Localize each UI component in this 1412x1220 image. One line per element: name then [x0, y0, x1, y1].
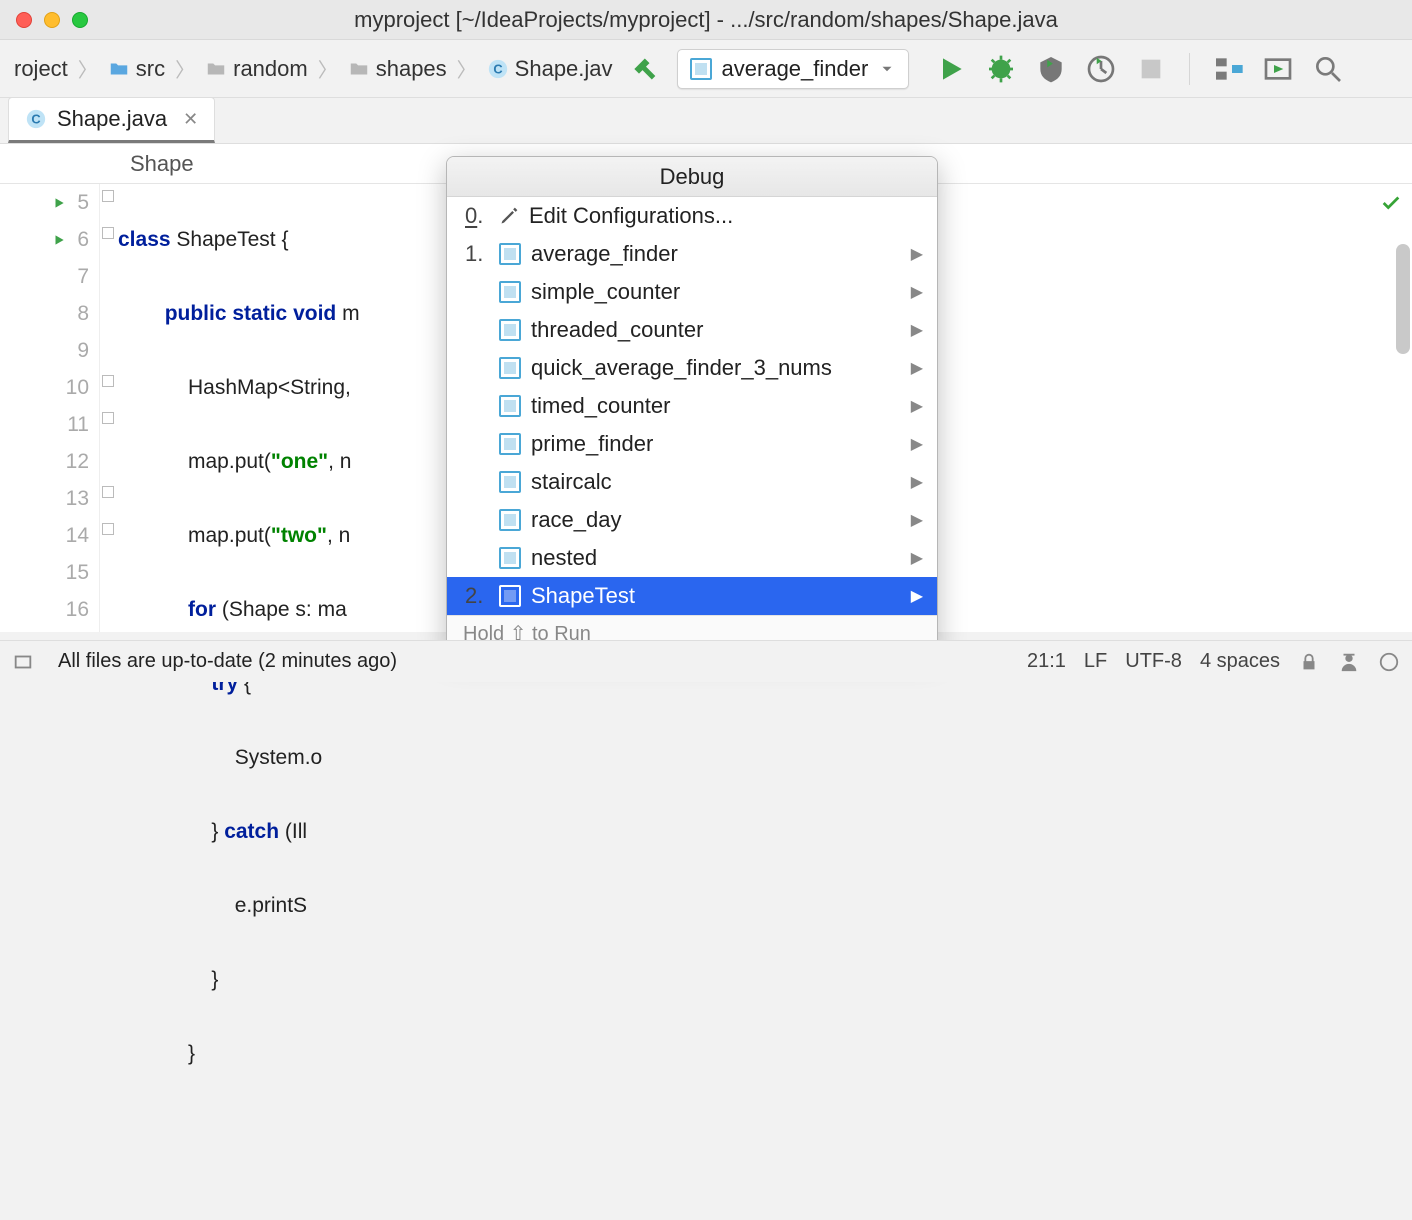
application-icon [499, 433, 521, 455]
close-window-button[interactable] [16, 12, 32, 28]
window-controls [16, 12, 88, 28]
chevron-right-icon: ▶ [911, 282, 923, 302]
run-gutter-icon[interactable] [52, 233, 66, 247]
run-button[interactable] [935, 53, 967, 85]
titlebar: myproject [~/IdeaProjects/myproject] - .… [0, 0, 1412, 40]
pencil-icon [499, 206, 519, 226]
zoom-window-button[interactable] [72, 12, 88, 28]
inspection-ok-icon[interactable] [1380, 192, 1402, 214]
chevron-right-icon: ▶ [911, 358, 923, 378]
indent-settings[interactable]: 4 spaces [1200, 650, 1280, 673]
chevron-right-icon: ▶ [911, 586, 923, 606]
chevron-right-icon: 〉 [173, 54, 197, 83]
debug-button[interactable] [985, 53, 1017, 85]
project-structure-button[interactable] [1212, 53, 1244, 85]
breadcrumb-random[interactable]: random [199, 52, 314, 86]
run-anything-button[interactable] [1262, 53, 1294, 85]
application-icon [499, 319, 521, 341]
chevron-right-icon: ▶ [911, 320, 923, 340]
readonly-toggle-icon[interactable] [1298, 651, 1320, 673]
breadcrumb-project[interactable]: roject [8, 52, 74, 86]
editor-tab-shape[interactable]: C Shape.java ✕ [8, 97, 215, 143]
tool-window-toggle-icon[interactable] [12, 651, 34, 673]
fold-toggle-icon[interactable] [102, 227, 114, 239]
breadcrumb-file[interactable]: C Shape.jav [481, 52, 619, 86]
svg-text:C: C [31, 112, 40, 127]
popup-config-ShapeTest[interactable]: 2.ShapeTest▶ [447, 577, 937, 615]
chevron-right-icon: ▶ [911, 244, 923, 264]
fold-toggle-icon[interactable] [102, 523, 114, 535]
build-button[interactable] [631, 54, 661, 84]
popup-title: Debug [447, 157, 937, 197]
file-encoding[interactable]: UTF-8 [1125, 650, 1182, 673]
svg-text:C: C [493, 61, 502, 76]
folder-icon [108, 58, 130, 80]
run-configuration-selector[interactable]: average_finder [677, 49, 910, 89]
window-title: myproject [~/IdeaProjects/myproject] - .… [0, 7, 1412, 33]
popup-config-average_finder[interactable]: 1.average_finder▶ [447, 235, 937, 273]
close-tab-icon[interactable]: ✕ [183, 109, 198, 130]
profile-button[interactable] [1085, 53, 1117, 85]
toolbar-actions [935, 53, 1344, 85]
chevron-right-icon: ▶ [911, 434, 923, 454]
run-gutter-icon[interactable] [52, 196, 66, 210]
application-icon [499, 357, 521, 379]
status-bar: All files are up-to-date (2 minutes ago)… [0, 640, 1412, 682]
coverage-button[interactable] [1035, 53, 1067, 85]
gutter[interactable]: 5 6 7 8 9 10 11 12 13 14 15 16 [0, 184, 100, 632]
toolbar: roject 〉 src 〉 random 〉 shapes 〉 C Shape… [0, 40, 1412, 98]
caret-position[interactable]: 21:1 [1027, 650, 1066, 673]
popup-config-nested[interactable]: nested▶ [447, 539, 937, 577]
memory-indicator-icon[interactable] [1378, 651, 1400, 673]
chevron-right-icon: ▶ [911, 396, 923, 416]
java-class-icon: C [487, 58, 509, 80]
vertical-scrollbar[interactable] [1396, 244, 1410, 354]
fold-toggle-icon[interactable] [102, 486, 114, 498]
search-everywhere-button[interactable] [1312, 53, 1344, 85]
status-message: All files are up-to-date (2 minutes ago) [58, 650, 397, 673]
popup-config-prime_finder[interactable]: prime_finder▶ [447, 425, 937, 463]
debug-popup: Debug 0. Edit Configurations... 1.averag… [446, 156, 938, 652]
folder-icon [348, 58, 370, 80]
folding-column[interactable] [100, 184, 118, 632]
editor-tabs: C Shape.java ✕ [0, 98, 1412, 144]
popup-edit-configurations[interactable]: 0. Edit Configurations... [447, 197, 937, 235]
stop-button [1135, 53, 1167, 85]
popup-config-staircalc[interactable]: staircalc▶ [447, 463, 937, 501]
breadcrumb-src[interactable]: src [102, 52, 171, 86]
application-icon [499, 547, 521, 569]
application-icon [499, 395, 521, 417]
popup-config-threaded_counter[interactable]: threaded_counter▶ [447, 311, 937, 349]
fold-toggle-icon[interactable] [102, 190, 114, 202]
popup-config-simple_counter[interactable]: simple_counter▶ [447, 273, 937, 311]
inspection-profile-icon[interactable] [1338, 651, 1360, 673]
application-icon [499, 471, 521, 493]
navigation-breadcrumbs: roject 〉 src 〉 random 〉 shapes 〉 C Shape… [8, 52, 619, 86]
chevron-right-icon: 〉 [455, 54, 479, 83]
application-icon [690, 58, 712, 80]
fold-toggle-icon[interactable] [102, 412, 114, 424]
chevron-right-icon: ▶ [911, 548, 923, 568]
chevron-right-icon: 〉 [76, 54, 100, 83]
chevron-down-icon [878, 60, 896, 78]
java-class-icon: C [25, 108, 47, 130]
application-icon [499, 243, 521, 265]
chevron-right-icon: ▶ [911, 472, 923, 492]
chevron-right-icon: 〉 [316, 54, 340, 83]
minimize-window-button[interactable] [44, 12, 60, 28]
breadcrumb-shapes[interactable]: shapes [342, 52, 453, 86]
popup-config-race_day[interactable]: race_day▶ [447, 501, 937, 539]
separator [1189, 53, 1190, 85]
application-icon [499, 281, 521, 303]
application-icon [499, 585, 521, 607]
fold-toggle-icon[interactable] [102, 375, 114, 387]
folder-icon [205, 58, 227, 80]
line-separator[interactable]: LF [1084, 650, 1107, 673]
application-icon [499, 509, 521, 531]
popup-config-quick_average_finder_3_nums[interactable]: quick_average_finder_3_nums▶ [447, 349, 937, 387]
chevron-right-icon: ▶ [911, 510, 923, 530]
popup-config-timed_counter[interactable]: timed_counter▶ [447, 387, 937, 425]
